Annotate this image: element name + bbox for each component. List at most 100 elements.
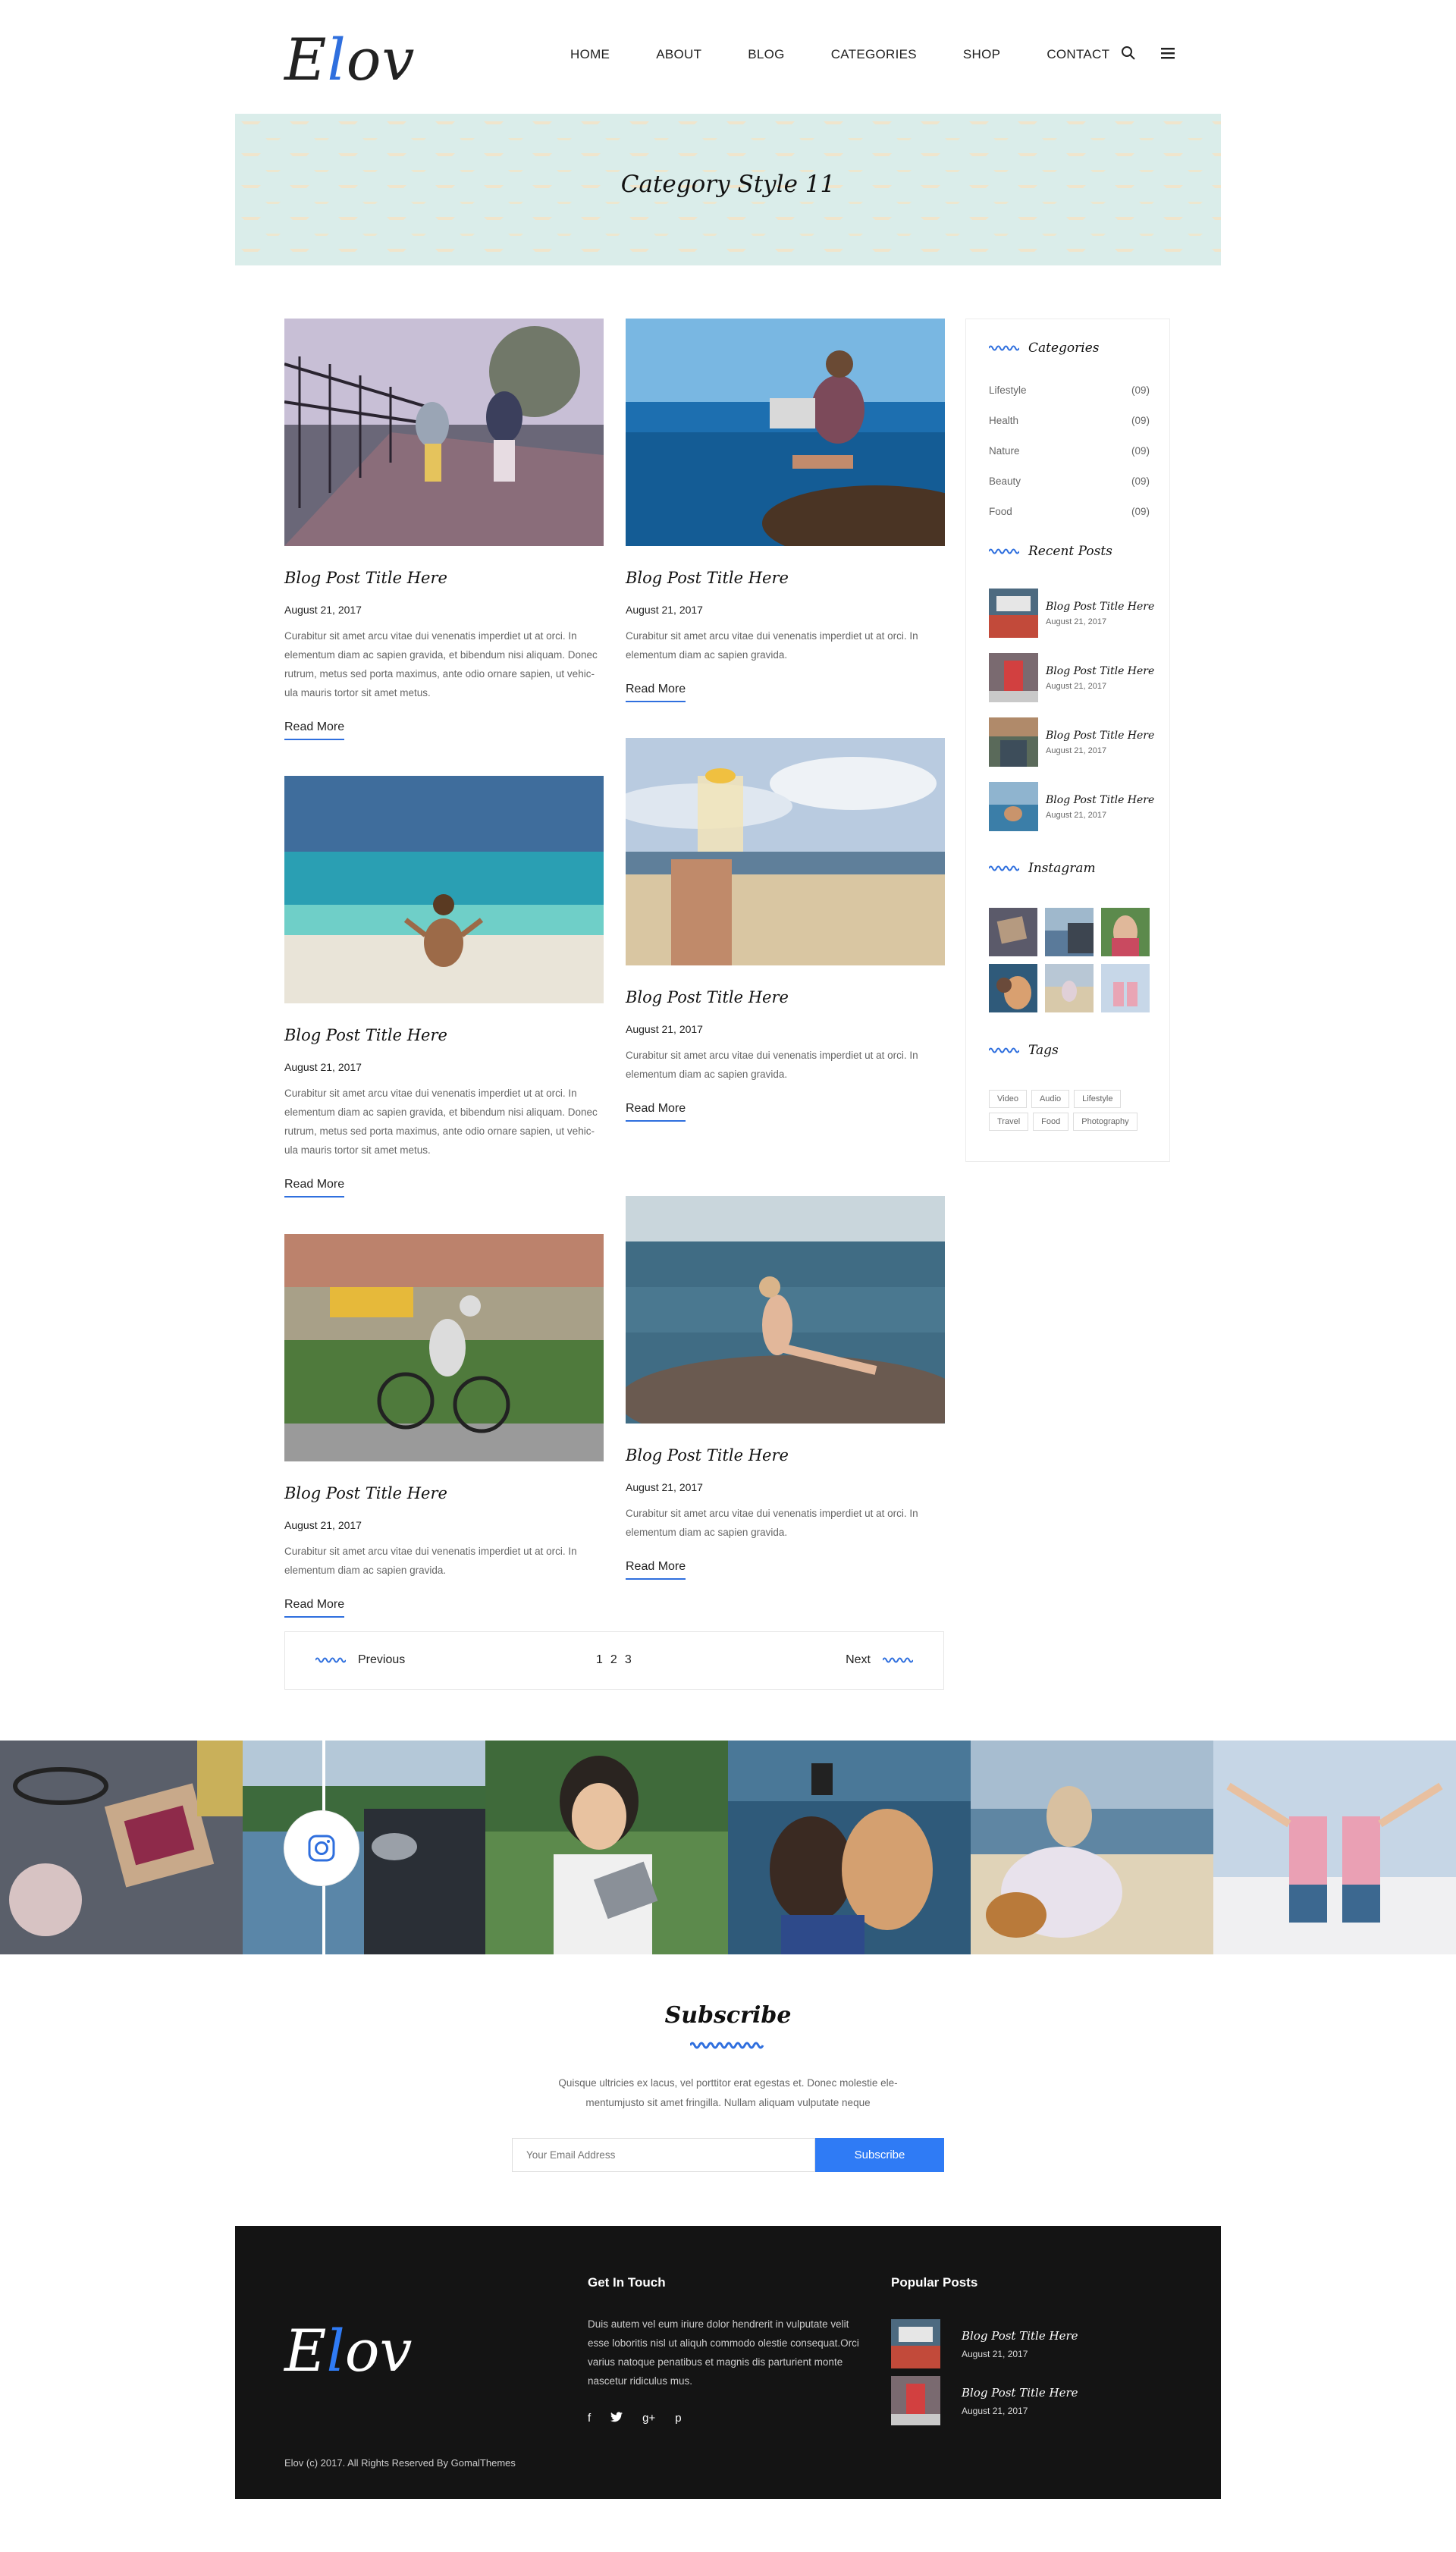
post-excerpt: Curabitur sit amet arcu vitae dui venena… xyxy=(284,630,598,698)
post-title[interactable]: Blog Post Title Here xyxy=(284,1484,604,1502)
category-item[interactable]: Health (09) xyxy=(989,415,1150,426)
instagram-strip-photo[interactable] xyxy=(0,1741,243,1954)
instagram-photo[interactable] xyxy=(989,964,1037,1012)
subscribe-button[interactable]: Subscribe xyxy=(815,2138,944,2172)
pagination: Previous 1 2 3 Next xyxy=(284,1631,944,1690)
recent-posts-heading: Recent Posts xyxy=(989,544,1112,559)
read-more-link[interactable]: Read More xyxy=(284,1178,345,1198)
instagram-strip-photo[interactable] xyxy=(485,1741,728,1954)
get-in-touch-text: Duis autem vel eum iriure dolor hendreri… xyxy=(588,2318,859,2387)
instagram-strip-photo[interactable] xyxy=(728,1741,971,1954)
site-logo[interactable]: Elov xyxy=(284,26,416,93)
instagram-photo[interactable] xyxy=(989,908,1037,956)
post-date: August 21, 2017 xyxy=(626,1023,703,1035)
recent-post-thumb xyxy=(989,782,1038,831)
post-image[interactable] xyxy=(626,738,945,965)
tag[interactable]: Lifestyle xyxy=(1074,1090,1122,1108)
main-nav: HOME ABOUT BLOG CATEGORIES SHOP CONTACT xyxy=(570,47,1156,62)
page-3[interactable]: 3 xyxy=(625,1653,632,1667)
category-hero: Category Style 11 xyxy=(235,114,1221,265)
post-image[interactable] xyxy=(626,1196,945,1424)
get-in-touch-heading: Get In Touch xyxy=(588,2275,666,2290)
read-more-link[interactable]: Read More xyxy=(626,1560,686,1580)
post-image[interactable] xyxy=(626,319,945,546)
tags-heading: Tags xyxy=(989,1043,1059,1058)
nav-contact[interactable]: CONTACT xyxy=(1046,47,1109,62)
twitter-icon[interactable] xyxy=(610,2412,623,2425)
instagram-photo[interactable] xyxy=(1045,908,1094,956)
instagram-strip-photo[interactable] xyxy=(1213,1741,1456,1954)
instagram-icon[interactable] xyxy=(284,1811,359,1885)
wave-icon xyxy=(989,865,1019,871)
nav-shop[interactable]: SHOP xyxy=(963,47,1000,62)
category-item[interactable]: Beauty (09) xyxy=(989,476,1150,487)
tag[interactable]: Food xyxy=(1033,1113,1069,1131)
pinterest-icon[interactable]: p xyxy=(675,2412,681,2425)
nav-home[interactable]: HOME xyxy=(570,47,610,62)
category-item[interactable]: Lifestyle (09) xyxy=(989,385,1150,396)
tag[interactable]: Video xyxy=(989,1090,1027,1108)
popular-post-item[interactable]: Blog Post Title Here August 21, 2017 xyxy=(891,2376,1078,2425)
categories-heading: Categories xyxy=(989,341,1100,356)
category-item[interactable]: Nature (09) xyxy=(989,445,1150,457)
popular-posts-heading: Popular Posts xyxy=(891,2275,978,2290)
site-footer: Elov Get In Touch Duis autem vel eum iri… xyxy=(235,2226,1221,2499)
recent-post-thumb xyxy=(989,589,1038,638)
post-card: Blog Post Title Here August 21, 2017 Cur… xyxy=(284,319,604,740)
tag[interactable]: Audio xyxy=(1031,1090,1070,1108)
nav-blog[interactable]: BLOG xyxy=(748,47,784,62)
instagram-strip-photo[interactable] xyxy=(243,1741,485,1954)
facebook-icon[interactable]: f xyxy=(588,2412,591,2425)
email-field[interactable] xyxy=(512,2138,815,2172)
recent-post-item[interactable]: Blog Post Title Here August 21, 2017 xyxy=(989,717,1154,767)
copyright: Elov (c) 2017. All Rights Reserved By Go… xyxy=(284,2457,516,2469)
wave-icon xyxy=(989,1047,1019,1053)
read-more-link[interactable]: Read More xyxy=(626,1102,686,1122)
post-title[interactable]: Blog Post Title Here xyxy=(626,569,945,587)
subscribe-form: Subscribe xyxy=(512,2138,944,2172)
post-date: August 21, 2017 xyxy=(626,604,703,616)
instagram-photo[interactable] xyxy=(1101,908,1150,956)
post-title[interactable]: Blog Post Title Here xyxy=(626,988,945,1006)
post-image[interactable] xyxy=(284,776,604,1003)
recent-post-item[interactable]: Blog Post Title Here August 21, 2017 xyxy=(989,782,1154,831)
tag[interactable]: Travel xyxy=(989,1113,1029,1131)
read-more-link[interactable]: Read More xyxy=(284,720,345,740)
google-plus-icon[interactable]: g+ xyxy=(642,2412,655,2425)
footer-logo[interactable]: Elov xyxy=(284,2317,413,2384)
social-links: f g+ p xyxy=(588,2412,682,2425)
previous-button[interactable]: Previous xyxy=(315,1653,405,1667)
nav-categories[interactable]: CATEGORIES xyxy=(831,47,917,62)
post-excerpt: Curabitur sit amet arcu vitae dui venena… xyxy=(626,630,918,661)
read-more-link[interactable]: Read More xyxy=(626,683,686,702)
instagram-photo[interactable] xyxy=(1045,964,1094,1012)
page-1[interactable]: 1 xyxy=(596,1653,603,1667)
read-more-link[interactable]: Read More xyxy=(284,1598,345,1618)
recent-post-thumb xyxy=(989,717,1038,767)
site-header: Elov HOME ABOUT BLOG CATEGORIES SHOP CON… xyxy=(0,0,1456,114)
post-date: August 21, 2017 xyxy=(626,1481,703,1493)
instagram-strip-photo[interactable] xyxy=(971,1741,1213,1954)
post-image[interactable] xyxy=(284,319,604,546)
recent-post-item[interactable]: Blog Post Title Here August 21, 2017 xyxy=(989,653,1154,702)
search-icon[interactable] xyxy=(1119,44,1138,62)
popular-post-item[interactable]: Blog Post Title Here August 21, 2017 xyxy=(891,2319,1078,2368)
nav-about[interactable]: ABOUT xyxy=(656,47,701,62)
page-numbers: 1 2 3 xyxy=(596,1653,632,1667)
post-title[interactable]: Blog Post Title Here xyxy=(284,569,604,587)
post-image[interactable] xyxy=(284,1234,604,1461)
page-2[interactable]: 2 xyxy=(610,1653,617,1667)
menu-icon[interactable] xyxy=(1159,44,1177,62)
wave-icon xyxy=(989,548,1019,554)
post-excerpt: Curabitur sit amet arcu vitae dui venena… xyxy=(626,1508,918,1538)
instagram-photo[interactable] xyxy=(1101,964,1150,1012)
next-button[interactable]: Next xyxy=(846,1653,913,1667)
post-title[interactable]: Blog Post Title Here xyxy=(626,1446,945,1464)
category-item[interactable]: Food (09) xyxy=(989,506,1150,517)
sidebar: Categories Lifestyle (09) Health (09) Natu… xyxy=(965,319,1170,1162)
wave-icon xyxy=(315,1657,346,1663)
recent-post-item[interactable]: Blog Post Title Here August 21, 2017 xyxy=(989,589,1154,638)
tag[interactable]: Photography xyxy=(1073,1113,1138,1131)
post-title[interactable]: Blog Post Title Here xyxy=(284,1026,604,1044)
post-card: Blog Post Title Here August 21, 2017 Cur… xyxy=(626,319,945,702)
